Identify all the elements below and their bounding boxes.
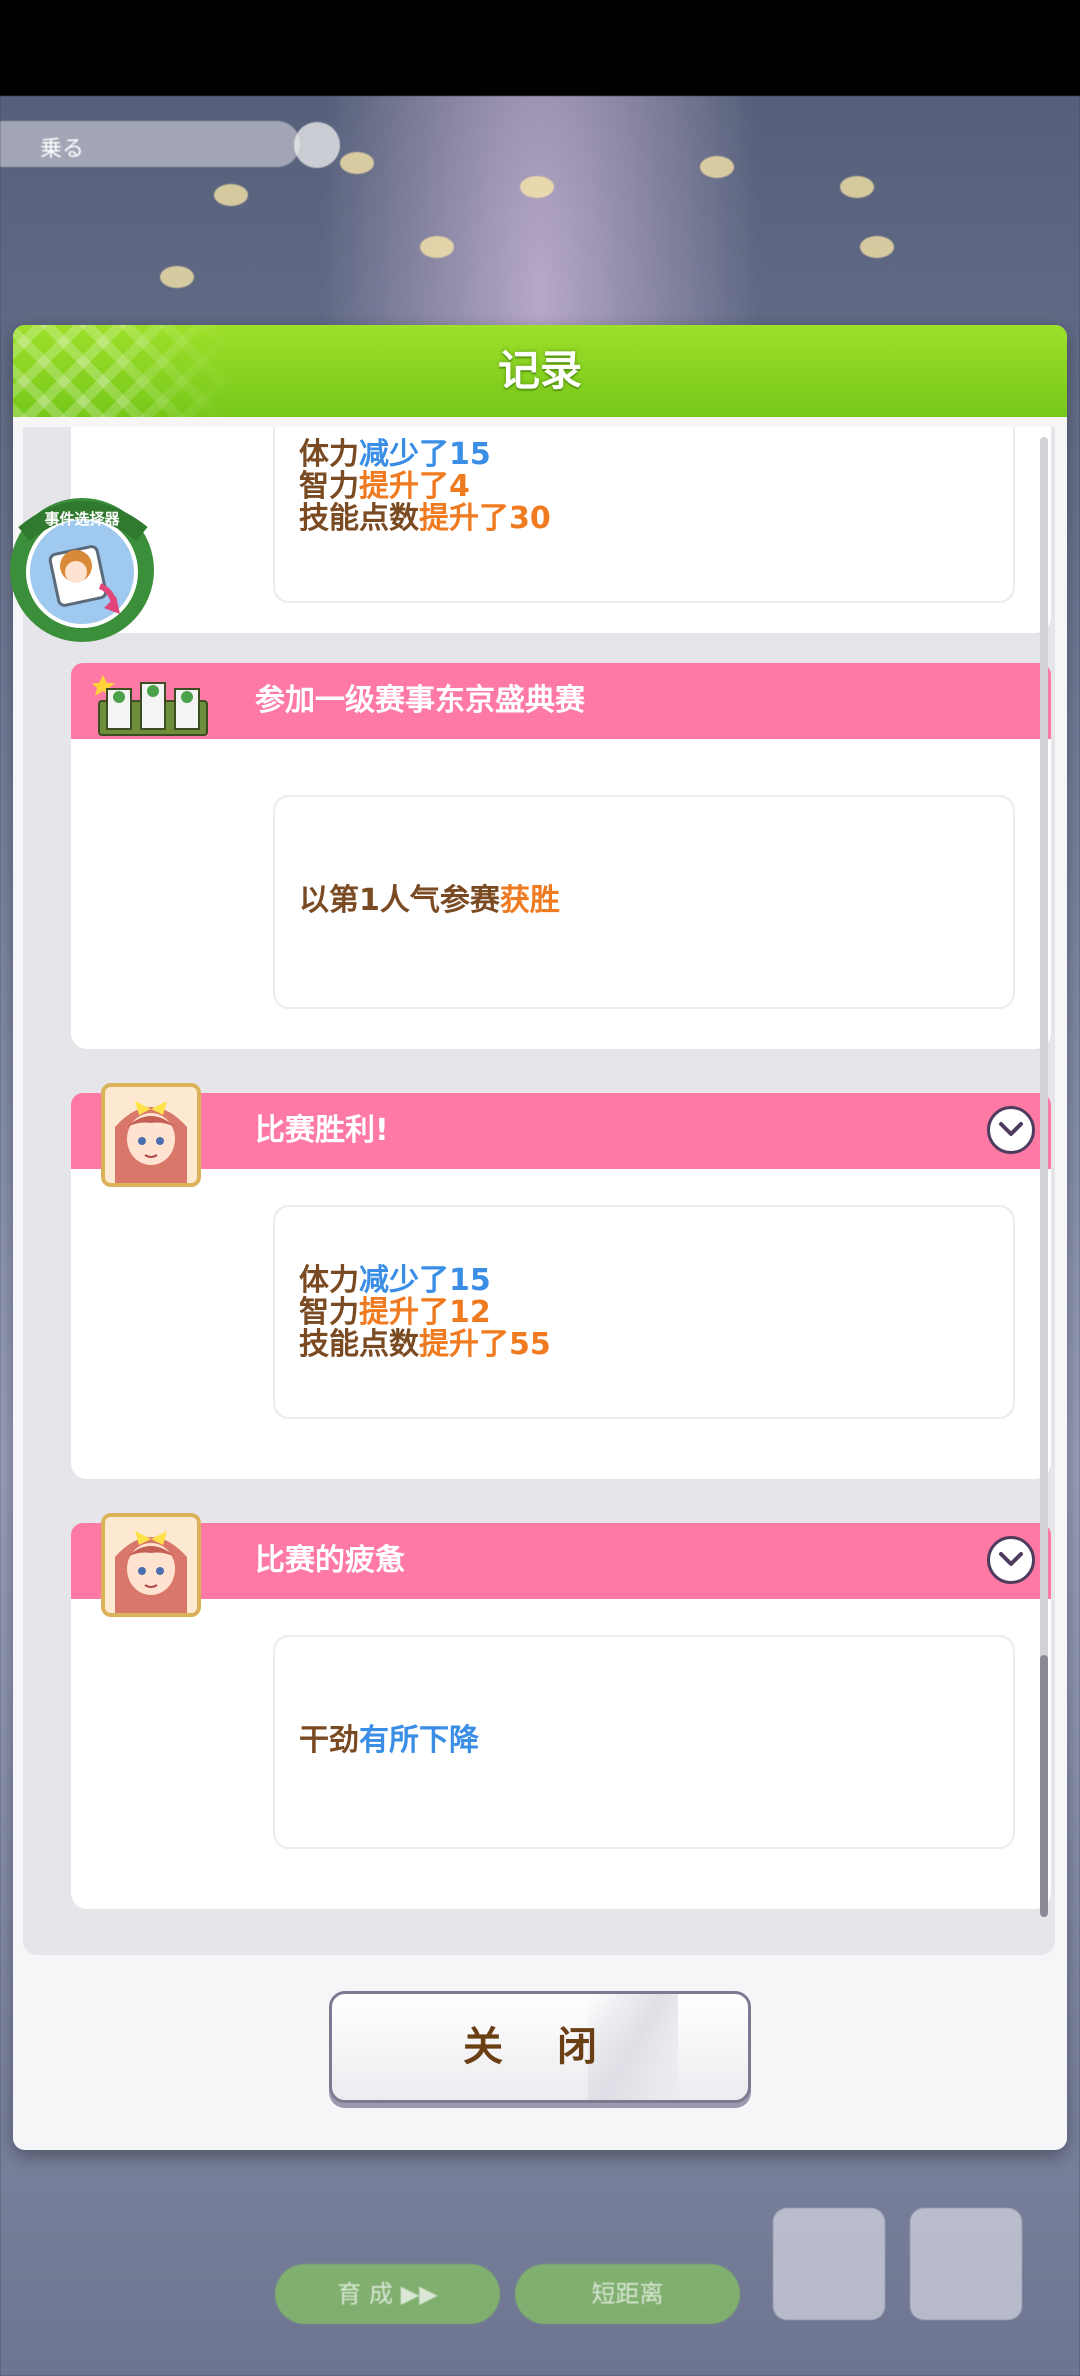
- effect-line: 智力提升了4: [299, 471, 551, 503]
- stage-light: [160, 266, 194, 288]
- avatar: [101, 1513, 201, 1617]
- dialog-header: 记录: [13, 325, 1067, 417]
- card-header: 参加一级赛事东京盛典赛: [71, 663, 1051, 739]
- card-header: 比赛胜利!: [71, 1093, 1051, 1169]
- effect-label: 技能点数: [299, 501, 419, 536]
- card-title: 参加一级赛事东京盛典赛: [255, 683, 585, 718]
- bottom-list-icon: [910, 2208, 1022, 2320]
- effect-line: 以第1人气参赛获胜: [299, 885, 560, 917]
- effect-label: 体力: [299, 1263, 359, 1298]
- effect-list: 干劲有所下降: [299, 1725, 479, 1757]
- effect-label: 技能点数: [299, 1327, 419, 1362]
- card-title: 比赛的疲惫: [255, 1543, 405, 1578]
- effect-box: 体力减少了15 智力提升了4 技能点数提升了30: [273, 427, 1015, 603]
- expand-toggle-button[interactable]: [987, 1106, 1035, 1154]
- effect-line: 技能点数提升了55: [299, 1329, 551, 1361]
- effect-value: 有所下降: [359, 1723, 479, 1758]
- effect-value: 获胜: [499, 883, 560, 918]
- record-card: 体力减少了15 智力提升了4 技能点数提升了30: [71, 427, 1051, 633]
- close-button-label: 关 闭: [463, 2024, 617, 2070]
- effect-line: 干劲有所下降: [299, 1725, 479, 1757]
- stage-light: [700, 156, 734, 178]
- card-title: 比赛胜利!: [255, 1113, 389, 1148]
- record-card: 参加一级赛事东京盛典赛 以第1人气参赛获胜: [71, 663, 1051, 1049]
- bottom-nav-button-mid: 短距离: [515, 2264, 740, 2324]
- bottom-nav-button-left: 育 成 ▶▶: [275, 2264, 500, 2324]
- effect-value: 减少了15: [359, 1263, 491, 1298]
- chevron-down-icon: [999, 1122, 1023, 1136]
- bottom-nav-button-mid-label: 短距离: [591, 2280, 664, 2308]
- effect-list: 体力减少了15 智力提升了12 技能点数提升了55: [299, 1265, 551, 1361]
- effect-label: 智力: [299, 469, 359, 504]
- record-card: 比赛胜利! 体力减少了15 智力提升了12 技能点数提升了55: [71, 1083, 1051, 1479]
- event-selector-badge-icon[interactable]: 事件选择器: [2, 490, 162, 650]
- effect-value: 提升了12: [359, 1295, 491, 1330]
- record-dialog: 记录 体力减少了15 智力提升了4 技能点数提升了30 参加一级赛事东京盛典赛 …: [13, 325, 1067, 2150]
- background-chip-text: 乗る: [40, 137, 85, 162]
- stage-light: [340, 152, 374, 174]
- badge-label: 事件选择器: [44, 510, 120, 528]
- race-podium-icon: [93, 675, 208, 736]
- stage-light: [214, 184, 248, 206]
- bottom-nav-button-left-label: 育 成 ▶▶: [337, 2280, 438, 2308]
- effect-box: 体力减少了15 智力提升了12 技能点数提升了55: [273, 1205, 1015, 1419]
- stage-light: [520, 176, 554, 198]
- effect-label: 以第1人气参赛: [299, 883, 500, 918]
- effect-value: 提升了30: [419, 501, 551, 536]
- record-list[interactable]: 体力减少了15 智力提升了4 技能点数提升了30 参加一级赛事东京盛典赛 以第1…: [23, 427, 1055, 1955]
- effect-list: 体力减少了15 智力提升了4 技能点数提升了30: [299, 439, 551, 535]
- effect-line: 智力提升了12: [299, 1297, 551, 1329]
- expand-toggle-button[interactable]: [987, 1536, 1035, 1584]
- dialog-title: 记录: [497, 346, 582, 395]
- effect-value: 减少了15: [359, 437, 491, 472]
- effect-line: 体力减少了15: [299, 439, 551, 471]
- effect-box: 干劲有所下降: [273, 1635, 1015, 1849]
- record-card: 比赛的疲惫 干劲有所下降: [71, 1513, 1051, 1909]
- effect-list: 以第1人气参赛获胜: [299, 885, 560, 917]
- scrollbar-thumb[interactable]: [1040, 1655, 1048, 1917]
- effect-label: 体力: [299, 437, 359, 472]
- bottom-menu-icon: [773, 2208, 885, 2320]
- effect-box: 以第1人气参赛获胜: [273, 795, 1015, 1009]
- effect-value: 提升了4: [359, 469, 470, 504]
- stage-light: [840, 176, 874, 198]
- effect-value: 提升了55: [419, 1327, 551, 1362]
- character-portrait-icon: [105, 1517, 197, 1613]
- effect-label: 智力: [299, 1295, 359, 1330]
- effect-label: 干劲: [299, 1723, 359, 1758]
- avatar: [101, 1083, 201, 1187]
- background-chip: 乗る: [0, 121, 300, 167]
- chevron-down-icon: [999, 1552, 1023, 1566]
- character-portrait-icon: [105, 1087, 197, 1183]
- effect-line: 体力减少了15: [299, 1265, 551, 1297]
- stage-light: [420, 236, 454, 258]
- card-header: 比赛的疲惫: [71, 1523, 1051, 1599]
- background-chip-icon: [294, 122, 340, 168]
- close-button[interactable]: 关 闭: [329, 1991, 751, 2103]
- stage-light: [860, 236, 894, 258]
- status-bar: [0, 0, 1080, 96]
- effect-line: 技能点数提升了30: [299, 503, 551, 535]
